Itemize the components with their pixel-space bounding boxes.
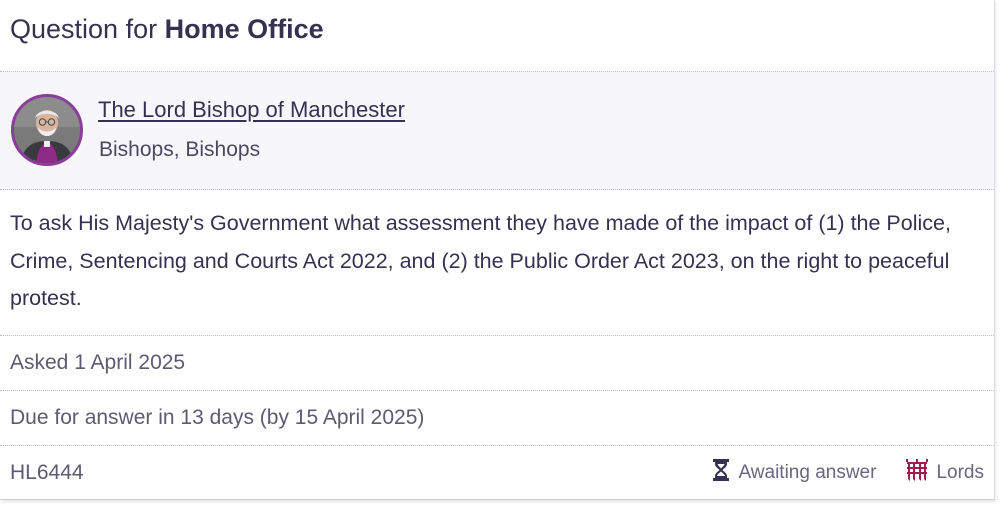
card-footer: HL6444 Awaiting answer Lords <box>0 446 994 500</box>
status-badge: Awaiting answer <box>712 459 876 487</box>
question-card: Question for Home Office The Lord Bishop… <box>0 0 995 500</box>
department-name: Home Office <box>164 14 324 44</box>
due-date: Due for answer in 13 days (by 15 April 2… <box>0 391 994 446</box>
question-reference: HL6444 <box>10 461 84 484</box>
asked-date: Asked 1 April 2025 <box>0 336 994 391</box>
member-party: Bishops, Bishops <box>99 138 261 161</box>
header-prefix: Question for <box>10 14 158 44</box>
house-label: Lords <box>936 462 984 483</box>
member-section: The Lord Bishop of Manchester Bishops, B… <box>0 72 994 190</box>
asked-date-text: Asked 1 April 2025 <box>10 351 186 374</box>
member-name-link[interactable]: The Lord Bishop of Manchester <box>98 96 405 124</box>
portcullis-icon <box>906 459 936 487</box>
house-badge: Lords <box>906 459 984 487</box>
due-date-text: Due for answer in 13 days (by 15 April 2… <box>10 406 425 429</box>
member-avatar <box>11 94 83 166</box>
question-text: To ask His Majesty's Government what ass… <box>0 190 994 336</box>
status-label: Awaiting answer <box>738 462 877 483</box>
card-header: Question for Home Office <box>0 0 994 72</box>
status-tags: Awaiting answer Lords <box>712 459 984 487</box>
hourglass-icon <box>712 459 738 487</box>
